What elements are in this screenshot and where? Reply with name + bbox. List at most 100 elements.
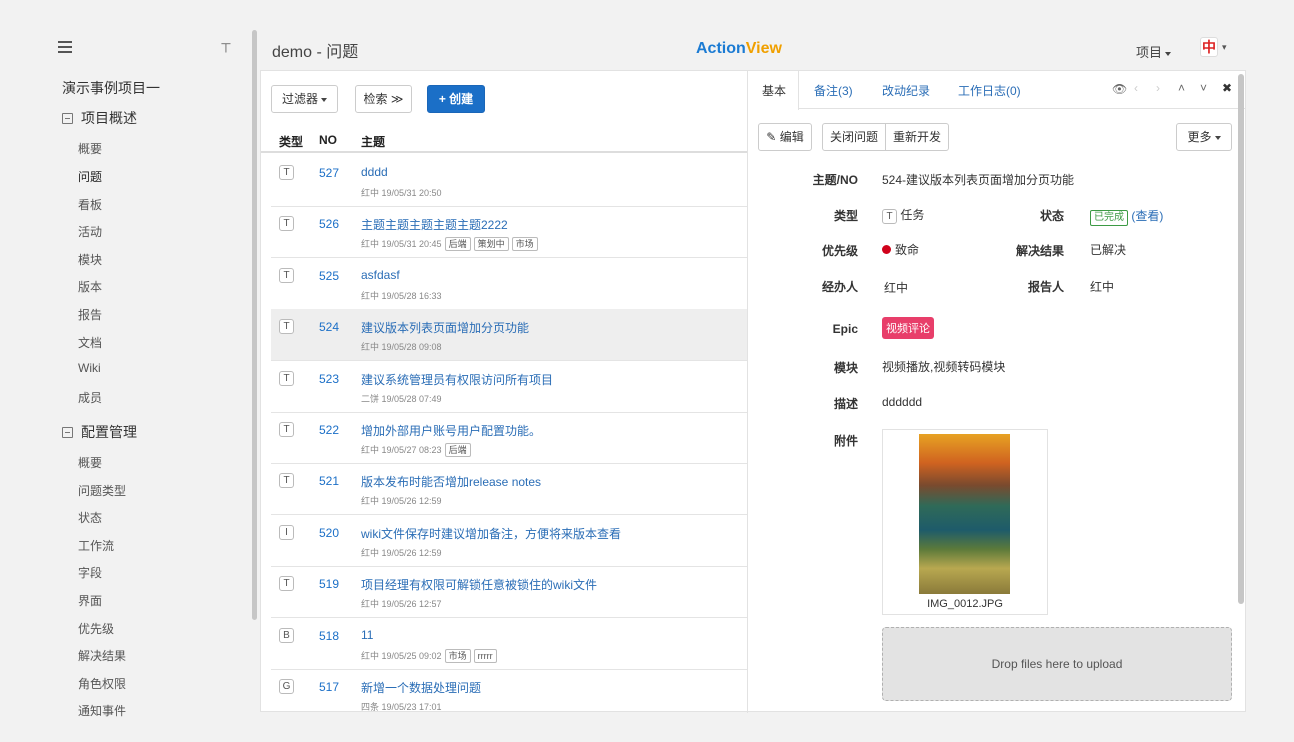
table-row[interactable]: T 527 dddd 红中 19/05/31 20:50: [271, 155, 747, 207]
edit-button[interactable]: ✎ 编辑: [758, 123, 812, 151]
issue-meta: 红中 19/05/25 09:02 市场 rrrrr: [361, 649, 497, 663]
sidebar-item-resolutions[interactable]: 解决结果: [78, 647, 126, 664]
issue-title-link[interactable]: 新增一个数据处理问题: [361, 679, 481, 696]
issue-type-badge: T: [279, 216, 294, 231]
issue-tag: 后端: [444, 443, 471, 457]
table-row[interactable]: B 518 11 红中 19/05/25 09:02 市场 rrrrr: [271, 618, 747, 670]
table-row[interactable]: T 522 增加外部用户账号用户配置功能。 红中 19/05/27 08:23 后端: [271, 412, 747, 464]
search-button[interactable]: 检索 ≫: [355, 85, 412, 113]
detail-scrollbar[interactable]: [1238, 74, 1244, 604]
status-value: 已完成 (查看): [1090, 207, 1163, 226]
sidebar-item-activity[interactable]: 活动: [78, 223, 102, 240]
avatar[interactable]: 中: [1200, 37, 1218, 57]
sidebar-item-documents[interactable]: 文档: [78, 334, 102, 351]
table-row[interactable]: T 521 版本发布时能否增加release notes 红中 19/05/26 12…: [271, 463, 747, 515]
create-button[interactable]: + 创建: [427, 85, 485, 113]
chevron-down-icon[interactable]: ▾: [1222, 42, 1227, 53]
sidebar-item-config-summary[interactable]: 概要: [78, 454, 102, 471]
table-row[interactable]: T 523 建议系统管理员有权限访问所有项目 二饼 19/05/28 07:49: [271, 361, 747, 413]
issue-meta-text: 红中 19/05/27 08:23: [361, 445, 442, 455]
attachment-thumbnail[interactable]: [919, 434, 1010, 594]
issue-number[interactable]: 525: [319, 269, 339, 283]
watch-icon[interactable]: 👁: [1112, 82, 1127, 96]
tab-comments[interactable]: 备注(3): [814, 82, 853, 99]
sidebar-item-workflows[interactable]: 工作流: [78, 537, 114, 554]
issue-number[interactable]: 527: [319, 166, 339, 180]
sidebar-item-roles[interactable]: 角色权限: [78, 675, 126, 692]
status-label: 状态: [1039, 209, 1064, 223]
sidebar-item-issue-types[interactable]: 问题类型: [78, 482, 126, 499]
chevron-up-icon[interactable]: ˄: [1178, 81, 1185, 95]
sidebar-item-reports[interactable]: 报告: [78, 306, 102, 323]
project-menu[interactable]: 项目: [1136, 42, 1172, 61]
issue-title-link[interactable]: 建议系统管理员有权限访问所有项目: [361, 371, 553, 388]
sidebar-item-notifications[interactable]: 通知事件: [78, 702, 126, 719]
sidebar-scrollbar[interactable]: [252, 30, 257, 620]
collapse-icon[interactable]: [62, 113, 73, 124]
sidebar-item-versions[interactable]: 版本: [78, 278, 102, 295]
sidebar-item-screens[interactable]: 界面: [78, 592, 102, 609]
tab-history[interactable]: 改动纪录: [882, 82, 930, 99]
issue-title-link[interactable]: wiki文件保存时建议增加备注，方便将来版本查看: [361, 525, 621, 542]
issue-title-link[interactable]: 增加外部用户账号用户配置功能。: [361, 422, 541, 439]
issue-number[interactable]: 520: [319, 526, 339, 540]
issue-title-link[interactable]: 11: [361, 628, 373, 642]
tab-basic[interactable]: 基本: [762, 82, 786, 99]
pin-icon[interactable]: ⊣: [218, 42, 234, 53]
issue-title-link[interactable]: 主题主题主题主题主题2222: [361, 216, 508, 233]
issue-meta: 红中 19/05/26 12:57: [361, 597, 442, 610]
sidebar-project-name: 演示事例项目一: [62, 80, 160, 96]
issue-title-link[interactable]: 建议版本列表页面增加分页功能: [361, 319, 529, 336]
table-row[interactable]: T 526 主题主题主题主题主题2222 红中 19/05/31 20:45 后端 策划中…: [271, 206, 747, 258]
menu-icon[interactable]: [58, 41, 72, 53]
table-row[interactable]: G 517 新增一个数据处理问题 四条 19/05/23 17:01: [271, 669, 747, 713]
column-type[interactable]: 类型: [279, 133, 303, 150]
tab-worklog[interactable]: 工作日志(0): [958, 82, 1021, 99]
close-icon[interactable]: ✖: [1222, 81, 1232, 95]
issue-title-link[interactable]: 版本发布时能否增加release notes: [361, 473, 541, 490]
more-button[interactable]: 更多: [1176, 123, 1232, 151]
issue-meta: 红中 19/05/26 12:59: [361, 494, 442, 507]
sidebar-item-wiki[interactable]: Wiki: [78, 361, 101, 375]
issue-number[interactable]: 521: [319, 474, 339, 488]
collapse-icon[interactable]: [62, 427, 73, 438]
sidebar-group-config[interactable]: 配置管理: [62, 422, 137, 442]
sidebar-item-priorities[interactable]: 优先级: [78, 620, 114, 637]
close-issue-button[interactable]: 关闭问题: [822, 123, 886, 151]
reopen-button[interactable]: 重新开发: [885, 123, 949, 151]
issue-number[interactable]: 517: [319, 680, 339, 694]
upload-dropzone[interactable]: Drop files here to upload: [882, 627, 1232, 701]
filter-button[interactable]: 过滤器: [271, 85, 338, 113]
issue-number[interactable]: 518: [319, 629, 339, 643]
table-row[interactable]: T 524 建议版本列表页面增加分页功能 红中 19/05/28 09:08: [271, 309, 747, 361]
chevron-down-icon[interactable]: ˅: [1200, 81, 1207, 95]
column-subject[interactable]: 主题: [361, 133, 385, 150]
issue-number[interactable]: 522: [319, 423, 339, 437]
issue-number[interactable]: 523: [319, 372, 339, 386]
sidebar-item-summary[interactable]: 概要: [78, 140, 102, 157]
issue-title-link[interactable]: asfdasf: [361, 268, 400, 282]
status-view-link[interactable]: (查看): [1131, 209, 1163, 223]
attachment-card[interactable]: IMG_0012.JPG: [882, 429, 1048, 615]
issue-number[interactable]: 519: [319, 577, 339, 591]
table-row[interactable]: T 519 项目经理有权限可解锁任意被锁住的wiki文件 红中 19/05/26 12…: [271, 566, 747, 618]
sidebar-item-states[interactable]: 状态: [78, 509, 102, 526]
prev-icon[interactable]: ‹: [1134, 81, 1138, 95]
assignee-value: 红中: [884, 281, 909, 295]
sidebar-item-fields[interactable]: 字段: [78, 564, 102, 581]
sidebar-item-board[interactable]: 看板: [78, 196, 102, 213]
issue-number[interactable]: 526: [319, 217, 339, 231]
table-row[interactable]: I 520 wiki文件保存时建议增加备注，方便将来版本查看 红中 19/05/26 …: [271, 515, 747, 567]
column-no[interactable]: NO: [319, 133, 337, 147]
chevron-down-icon: [1165, 51, 1172, 56]
sidebar-item-issues[interactable]: 问题: [78, 168, 102, 185]
issue-number[interactable]: 524: [319, 320, 339, 334]
attachment-filename[interactable]: IMG_0012.JPG: [883, 598, 1047, 610]
sidebar-group-overview[interactable]: 项目概述: [62, 108, 137, 128]
sidebar-item-modules[interactable]: 模块: [78, 251, 102, 268]
table-row[interactable]: T 525 asfdasf 红中 19/05/28 16:33: [271, 258, 747, 310]
next-icon[interactable]: ›: [1156, 81, 1160, 95]
issue-title-link[interactable]: 项目经理有权限可解锁任意被锁住的wiki文件: [361, 576, 597, 593]
sidebar-item-members[interactable]: 成员: [78, 389, 102, 406]
issue-title-link[interactable]: dddd: [361, 165, 388, 179]
